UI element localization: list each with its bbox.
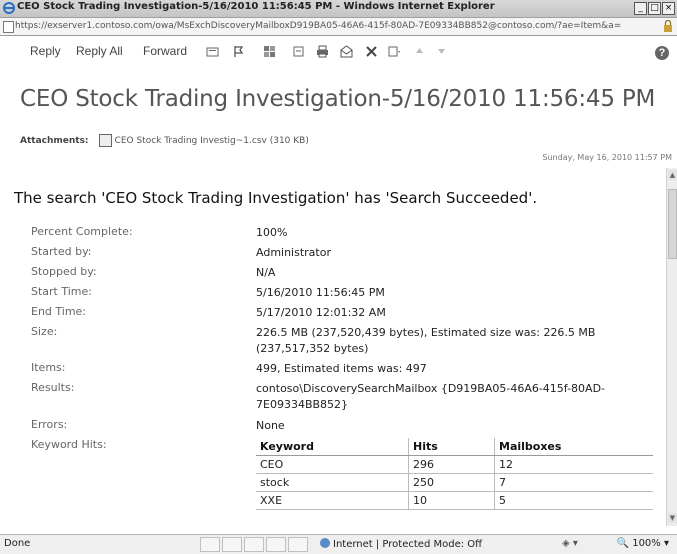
hits-cell: 250 (408, 473, 495, 492)
detail-key: Keyword Hits: (31, 438, 107, 451)
detail-value: contoso\DiscoverySearchMailbox {D919BA05… (256, 382, 606, 411)
hits-cell: 10 (408, 491, 495, 510)
minimize-button[interactable]: _ (634, 2, 647, 15)
table-row: CEO 296 12 (256, 455, 653, 474)
attachments-row: Attachments: CEO Stock Trading Investig~1… (20, 134, 309, 147)
keyword-cell: XXE (256, 491, 409, 510)
column-header-hits: Hits (408, 438, 495, 456)
detail-value: N/A (256, 266, 276, 279)
lock-icon[interactable] (663, 20, 673, 32)
detail-key: Percent Complete: (31, 225, 133, 238)
message-actions-icon[interactable] (388, 45, 401, 58)
previous-item-icon[interactable] (292, 45, 305, 58)
table-row: stock 250 7 (256, 473, 653, 492)
detail-key: Results: (31, 381, 75, 394)
status-segment (244, 537, 264, 552)
zoom-level: 100% (632, 538, 661, 549)
mailboxes-cell: 12 (494, 455, 653, 474)
message-subject: CEO Stock Trading Investigation-5/16/201… (20, 86, 656, 112)
column-header-keyword: Keyword (256, 438, 409, 456)
keyword-cell: CEO (256, 455, 409, 474)
print-icon[interactable] (316, 45, 329, 58)
detail-key: Started by: (31, 245, 92, 258)
keyword-cell: stock (256, 473, 409, 492)
csv-file-icon (98, 134, 112, 147)
security-zone[interactable]: Internet | Protected Mode: Off (320, 538, 482, 550)
reply-button[interactable]: Reply (30, 44, 61, 58)
status-bar: Done Internet | Protected Mode: Off ◈ ▾ … (0, 534, 677, 554)
reply-all-button[interactable]: Reply All (76, 44, 123, 58)
page-icon (3, 21, 14, 33)
window-title: CEO Stock Trading Investigation-5/16/201… (17, 1, 495, 12)
detail-value: 226.5 MB (237,520,439 bytes), Estimated … (256, 326, 596, 355)
security-settings-icon[interactable]: ◈ ▾ (562, 538, 578, 549)
help-icon[interactable]: ? (655, 46, 669, 60)
flag-icon[interactable] (232, 45, 245, 58)
globe-icon (320, 538, 330, 548)
mailboxes-cell: 7 (494, 473, 653, 492)
detail-value: 499, Estimated items was: 497 (256, 362, 427, 375)
detail-value: 5/17/2010 12:01:32 AM (256, 306, 386, 319)
attachments-label: Attachments: (20, 136, 89, 146)
window-titlebar: CEO Stock Trading Investigation-5/16/201… (0, 0, 677, 18)
table-row: XXE 10 5 (256, 491, 653, 510)
detail-value: Administrator (256, 246, 331, 259)
message-body: The search 'CEO Stock Trading Investigat… (0, 168, 666, 516)
address-bar[interactable]: https://exserver1.contoso.com/owa/MsExch… (0, 18, 677, 36)
open-envelope-icon[interactable] (340, 45, 353, 58)
delete-icon[interactable] (365, 45, 378, 58)
vertical-scrollbar[interactable]: ▲ ▼ (666, 168, 677, 526)
table-header-row: Keyword Hits Mailboxes (256, 438, 653, 456)
detail-key: Items: (31, 361, 66, 374)
zone-label: Internet | Protected Mode: Off (333, 539, 483, 550)
move-to-folder-icon[interactable] (206, 45, 219, 58)
keyword-hits-table: Keyword Hits Mailboxes CEO 296 12 stock … (256, 438, 653, 510)
zoom-control[interactable]: 🔍 100% ▾ (617, 538, 669, 549)
detail-key: Size: (31, 325, 58, 338)
status-segment (200, 537, 220, 552)
scroll-up-arrow-icon[interactable]: ▲ (668, 170, 677, 180)
next-arrow-icon[interactable] (435, 45, 448, 58)
previous-arrow-icon[interactable] (413, 45, 426, 58)
status-segment (222, 537, 242, 552)
scrollbar-thumb[interactable] (668, 189, 677, 259)
column-header-mailboxes: Mailboxes (494, 438, 653, 456)
detail-value: 100% (256, 226, 288, 239)
status-segment (266, 537, 286, 552)
address-url[interactable]: https://exserver1.contoso.com/owa/MsExch… (15, 21, 658, 31)
categories-icon[interactable] (263, 45, 276, 58)
internet-explorer-icon (3, 2, 15, 14)
detail-key: Start Time: (31, 285, 92, 298)
detail-key: Stopped by: (31, 265, 97, 278)
detail-value: None (256, 419, 285, 432)
maximize-button[interactable]: □ (648, 2, 661, 15)
detail-value: 5/16/2010 11:56:45 PM (256, 286, 385, 299)
detail-key: End Time: (31, 305, 87, 318)
attachment-link[interactable]: CEO Stock Trading Investig~1.csv (310 KB… (115, 136, 309, 146)
scroll-down-arrow-icon[interactable]: ▼ (668, 513, 677, 523)
status-segment (288, 537, 308, 552)
close-button[interactable]: × (662, 2, 675, 15)
forward-button[interactable]: Forward (143, 44, 187, 58)
search-status-heading: The search 'CEO Stock Trading Investigat… (14, 189, 538, 207)
hits-cell: 296 (408, 455, 495, 474)
status-text: Done (4, 538, 31, 549)
mailboxes-cell: 5 (494, 491, 653, 510)
sent-date: Sunday, May 16, 2010 11:57 PM (542, 153, 672, 162)
detail-key: Errors: (31, 418, 68, 431)
message-toolbar: Reply Reply All Forward ? (0, 36, 677, 66)
